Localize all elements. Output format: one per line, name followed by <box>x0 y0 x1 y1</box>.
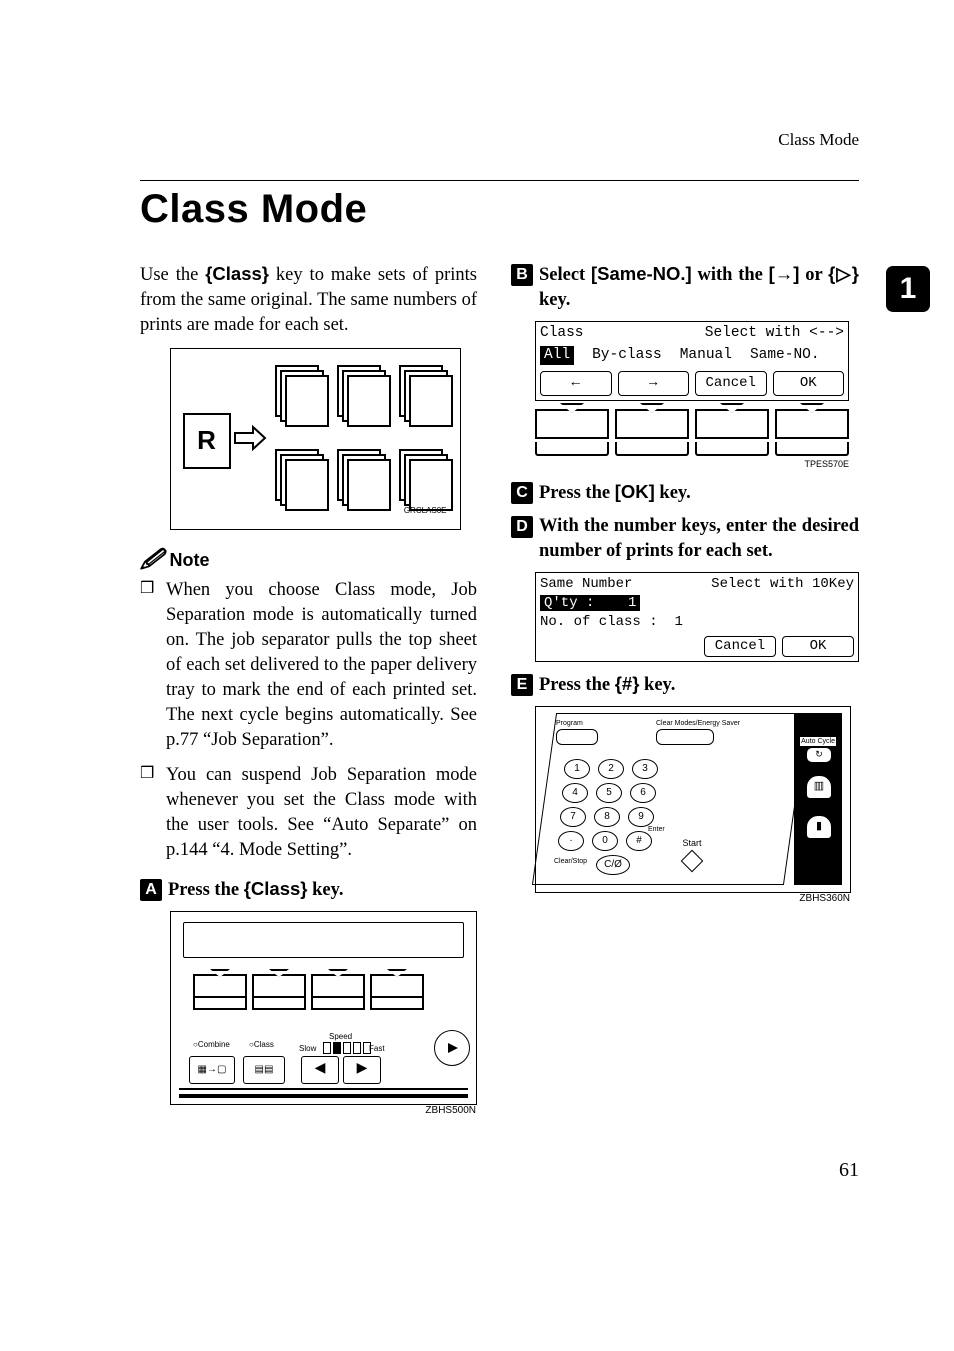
keypad-key[interactable]: 9 <box>628 807 654 827</box>
keypad-key[interactable]: 3 <box>632 759 658 779</box>
step-number: D <box>511 516 533 538</box>
lcd-same-number: Same Number Select with 10Key Q'ty : 1 N… <box>535 572 859 662</box>
lcd-right-button[interactable]: → <box>618 371 690 396</box>
step-number: B <box>511 264 533 286</box>
keypad-key[interactable]: 2 <box>598 759 624 779</box>
intro-paragraph: Use the {Class} key to make sets of prin… <box>140 262 477 338</box>
lcd-ok-button[interactable]: OK <box>782 636 854 657</box>
arrow-right-icon <box>233 421 267 455</box>
softkey[interactable] <box>535 409 609 439</box>
class-mode-diagram: R R R R R R R GRCLAS0E <box>170 348 461 530</box>
header-rule <box>140 180 859 181</box>
step-number: E <box>511 674 533 696</box>
step-text: Select [Same-NO.] with the [→] or {▷} ke… <box>539 262 859 313</box>
figure-label: TPES570E <box>535 458 849 470</box>
page-number: 61 <box>140 1159 859 1182</box>
keypad-key[interactable]: 4 <box>562 783 588 803</box>
softkey[interactable] <box>615 409 689 439</box>
speed-up-button[interactable]: ▶ <box>343 1056 381 1084</box>
figure-label: ZBHS500N <box>425 1104 476 1118</box>
step-number: C <box>511 482 533 504</box>
lcd-class-select: Class Select with <--> All By-class Manu… <box>535 321 849 401</box>
callout-icon <box>434 1030 470 1066</box>
step-text: Press the {Class} key. <box>168 877 343 903</box>
keypad-key[interactable]: 5 <box>596 783 622 803</box>
keypad-diagram: Program Clear Modes/Energy Saver Auto Cy… <box>535 706 851 893</box>
speed-down-button[interactable]: ◀ <box>301 1056 339 1084</box>
softkey[interactable] <box>775 409 849 439</box>
softkey-row <box>535 409 849 439</box>
note-item: When you choose Class mode, Job Separati… <box>140 578 477 753</box>
side-tab: 1 <box>886 266 930 312</box>
note-item: You can suspend Job Separation mode when… <box>140 763 477 863</box>
pencil-icon: 🖉 <box>140 549 163 571</box>
combine-button[interactable]: ▦→▢ <box>189 1056 235 1084</box>
control-panel-diagram: ○Combine ○Class Speed Slow Fast ▦→▢ ▤▤ ◀… <box>170 911 477 1105</box>
lcd-cancel-button[interactable]: Cancel <box>704 636 776 657</box>
step-text: With the number keys, enter the desired … <box>539 514 859 564</box>
page-title: Class Mode <box>140 187 859 232</box>
step-text: Press the {#} key. <box>539 672 675 698</box>
step-text: Press the [OK] key. <box>539 480 691 506</box>
keypad-key[interactable]: 7 <box>560 807 586 827</box>
note-heading: 🖉 Note <box>140 548 477 572</box>
lcd-ok-button[interactable]: OK <box>773 371 845 396</box>
lcd-left-button[interactable]: ← <box>540 371 612 396</box>
softkey[interactable] <box>695 409 769 439</box>
keypad-key[interactable]: 0 <box>592 831 618 851</box>
figure-label: ZBHS360N <box>799 892 850 906</box>
keypad-key[interactable]: · <box>558 831 584 851</box>
lcd-cancel-button[interactable]: Cancel <box>695 371 767 396</box>
class-button[interactable]: ▤▤ <box>243 1056 285 1084</box>
keypad-key[interactable]: 1 <box>564 759 590 779</box>
running-header: Class Mode <box>140 130 859 150</box>
keypad-key[interactable]: 6 <box>630 783 656 803</box>
step-number: A <box>140 879 162 901</box>
clear-stop-button[interactable]: C/Ø <box>596 855 630 875</box>
keypad-key[interactable]: 8 <box>594 807 620 827</box>
